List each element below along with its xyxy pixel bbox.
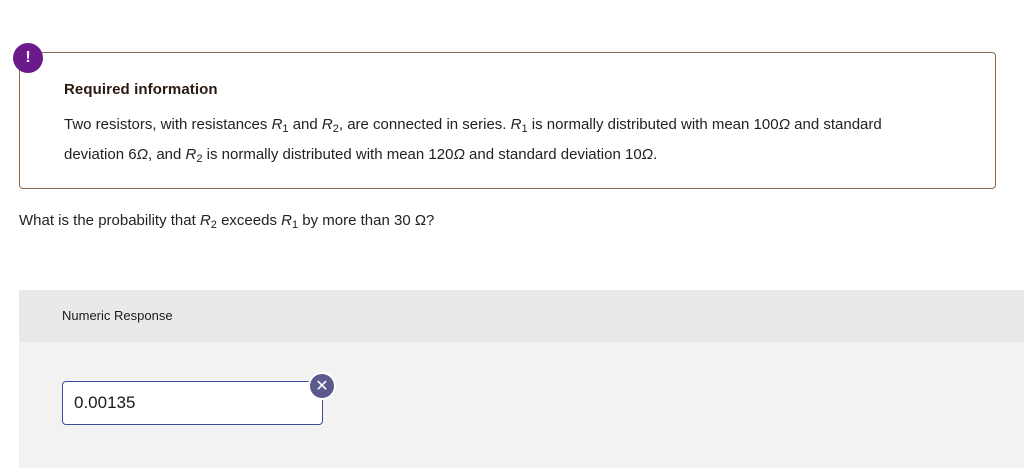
- alert-icon: !: [13, 43, 43, 73]
- exclamation-icon: !: [25, 49, 31, 66]
- info-text-part: and standard deviation 10: [464, 146, 642, 163]
- omega-symbol: Ω: [778, 116, 790, 133]
- info-text-part: .: [653, 146, 658, 163]
- info-text: Two resistors, with resistances R1 and R…: [64, 112, 964, 172]
- omega-symbol: Ω: [136, 146, 148, 163]
- info-text-part: , are connected in series.: [338, 116, 511, 133]
- var-r2: R2: [321, 116, 339, 135]
- info-text-part: and: [288, 116, 322, 133]
- var-r1: R1: [281, 212, 299, 231]
- info-text-part: is normally distributed with mean 100: [527, 116, 779, 133]
- info-title: Required information: [64, 81, 218, 98]
- response-header: Numeric Response: [19, 290, 1024, 342]
- omega-symbol: Ω: [641, 146, 654, 163]
- question-text: What is the probability that R2 exceeds …: [19, 212, 435, 231]
- info-text-part: deviation 6: [64, 146, 137, 163]
- answer-input[interactable]: [62, 381, 323, 425]
- omega-symbol: Ω: [453, 146, 465, 163]
- info-text-part: Two resistors, with resistances: [64, 116, 272, 133]
- info-text-part: and standard: [789, 116, 882, 133]
- info-text-part: , and: [147, 146, 186, 163]
- close-icon: ✕: [308, 372, 336, 400]
- var-r1: R1: [271, 116, 289, 135]
- info-text-part: is normally distributed with mean 120: [202, 146, 454, 163]
- numeric-response-panel: Numeric Response ✕: [19, 290, 1024, 468]
- var-r2: R2: [185, 146, 203, 165]
- response-label: Numeric Response: [62, 308, 173, 323]
- required-information-box: Required information Two resistors, with…: [19, 52, 996, 189]
- var-r1: R1: [510, 116, 528, 135]
- var-r2: R2: [199, 212, 217, 231]
